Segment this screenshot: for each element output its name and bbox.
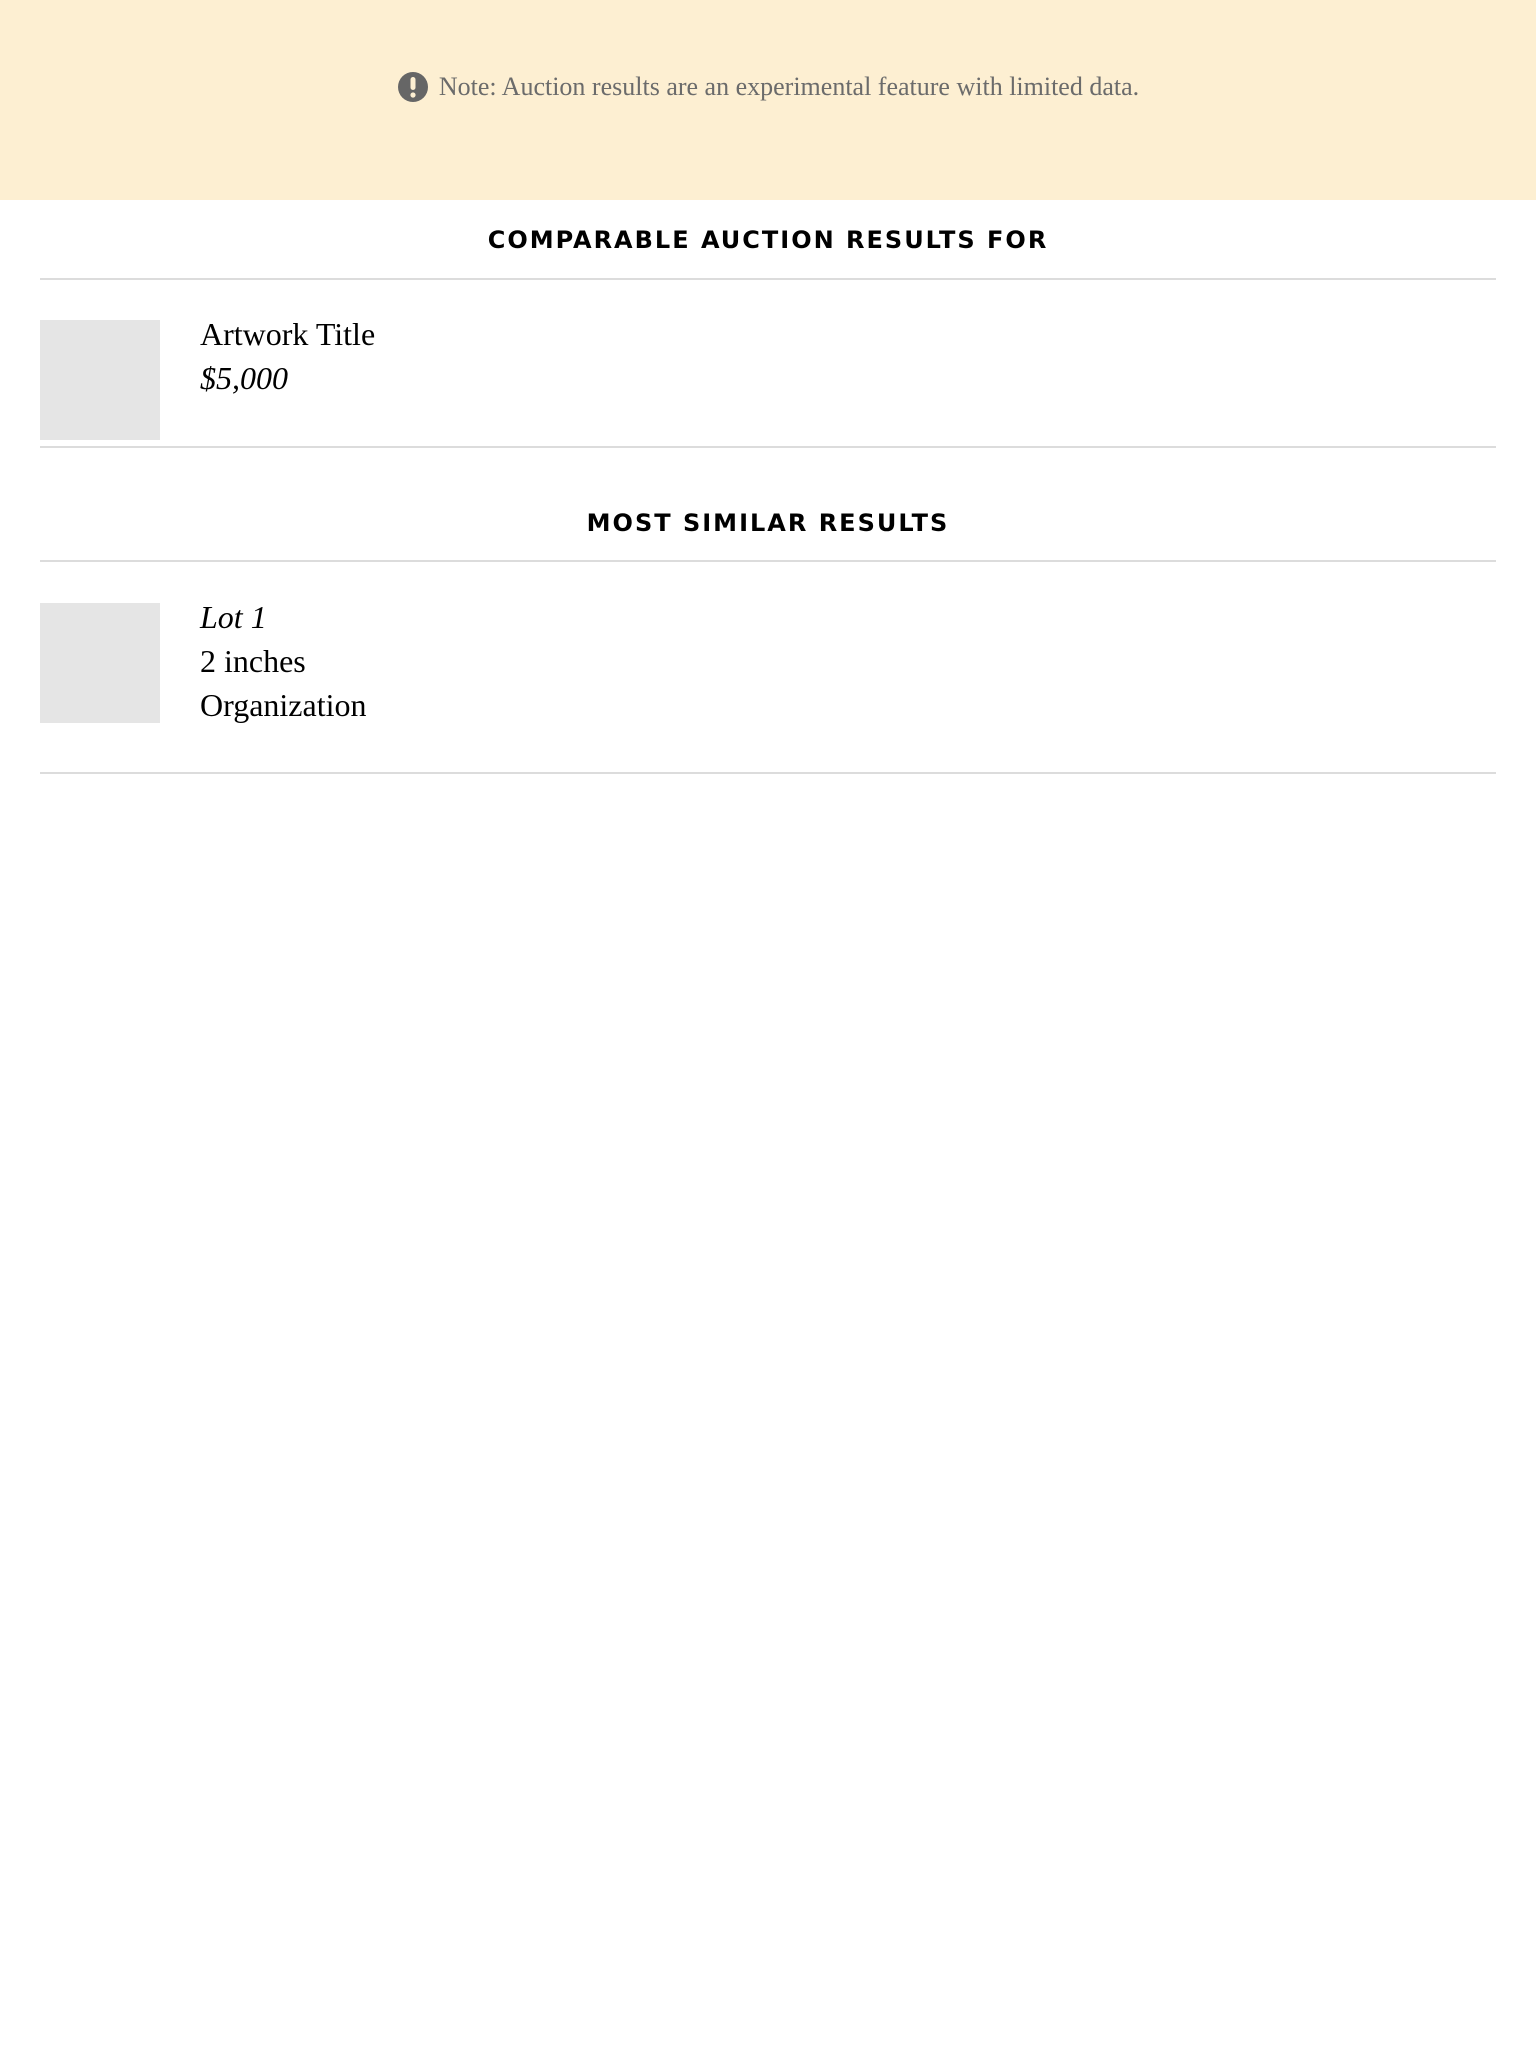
notice-banner: Note: Auction results are an experimenta…: [0, 0, 1536, 200]
artwork-info: Artwork Title $5,000: [200, 312, 375, 400]
artwork-price: $5,000: [200, 360, 288, 396]
most-similar-results-title: MOST SIMILAR RESULTS: [586, 509, 950, 537]
notice-text: Note: Auction results are an experimenta…: [438, 72, 1140, 101]
result-thumbnail[interactable]: [40, 603, 160, 723]
result-lot[interactable]: Lot 1: [200, 595, 366, 639]
result-organization: Organization: [200, 687, 367, 723]
artwork-title[interactable]: Artwork Title: [200, 312, 375, 356]
notice-row: Note: Auction results are an experimenta…: [0, 70, 1536, 104]
exclamation-icon: [397, 72, 428, 102]
result-dimensions: 2 inches: [200, 643, 306, 679]
divider: [40, 278, 1496, 280]
divider: [40, 772, 1496, 774]
divider: [40, 560, 1496, 562]
divider: [40, 446, 1496, 448]
artwork-thumbnail[interactable]: [40, 320, 160, 440]
result-info: Lot 1 2 inches Organization: [200, 595, 366, 727]
comparable-results-title: COMPARABLE AUCTION RESULTS FOR: [487, 226, 1049, 254]
